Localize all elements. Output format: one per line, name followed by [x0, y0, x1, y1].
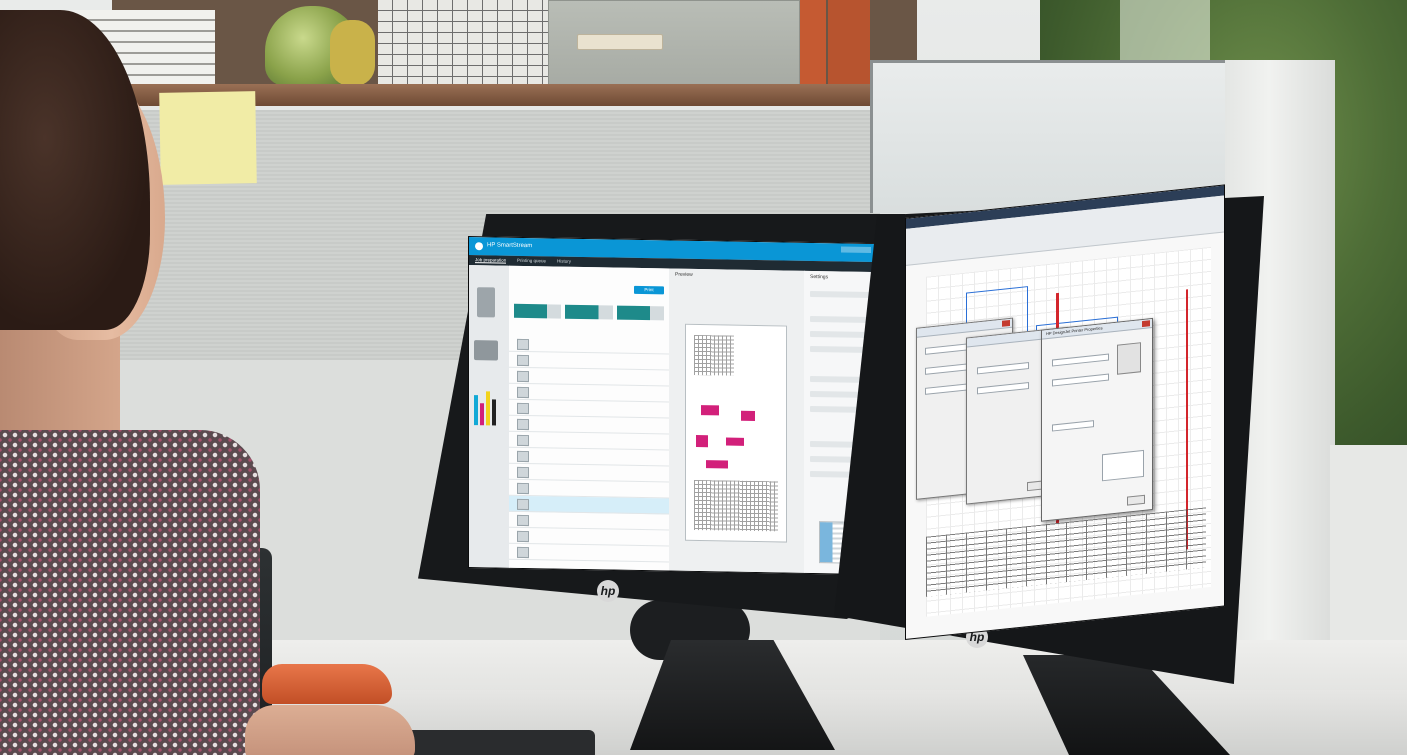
app-title: HP SmartStream [487, 242, 533, 250]
storage-box-label [577, 34, 663, 50]
plan-highlight [741, 410, 755, 422]
dialog-field[interactable] [925, 383, 967, 395]
file-thumbnail [517, 450, 529, 463]
setting-field[interactable] [810, 330, 873, 339]
plan-highlight [706, 460, 728, 469]
preview-title: Preview [675, 271, 693, 278]
printer-icon[interactable] [474, 340, 498, 361]
job-list-panel: Print [509, 265, 670, 571]
paper-gauges [514, 303, 664, 321]
hp-logo: hp [597, 580, 619, 602]
file-thumbnail [517, 434, 529, 447]
keyboard [395, 730, 595, 755]
ink-magenta [480, 403, 484, 426]
ok-button[interactable] [1127, 494, 1145, 506]
setting-field[interactable] [810, 290, 873, 299]
orange-binder [828, 0, 870, 84]
dialog-field[interactable] [977, 381, 1029, 395]
dialog-field[interactable] [977, 361, 1029, 375]
tab-printing-queue[interactable]: Printing queue [517, 258, 546, 264]
dialog-field[interactable] [1052, 420, 1094, 432]
print-button[interactable]: Print [634, 285, 664, 295]
tab-job-preparation[interactable]: Job preparation [475, 257, 507, 264]
file-thumbnail [517, 498, 529, 511]
close-icon[interactable] [1002, 319, 1010, 327]
file-thumbnail [517, 466, 529, 479]
file-thumbnail [517, 418, 529, 431]
ink-black [492, 399, 496, 426]
file-thumbnail [517, 482, 529, 495]
drawing-table [694, 334, 734, 376]
office-scene: hp HP SmartStream Job preparation Printi… [0, 0, 1407, 755]
file-thumbnail [517, 530, 529, 543]
orange-binder [800, 0, 826, 84]
setting-field[interactable] [810, 315, 873, 324]
right-monitor-screen: HP DesignJet Printer Properties [905, 184, 1225, 640]
file-thumbnail [517, 386, 529, 399]
printer-sidebar [469, 265, 510, 568]
floor-plan [694, 479, 778, 532]
printer-icon[interactable] [477, 287, 495, 318]
dialog-field[interactable] [1052, 353, 1109, 367]
tab-history[interactable]: History [557, 259, 571, 264]
settings-title: Settings [810, 273, 829, 281]
file-thumbnail [517, 338, 529, 351]
dialog-textarea[interactable] [1102, 449, 1144, 482]
file-thumbnail [517, 354, 529, 367]
sticky-note [159, 91, 257, 185]
close-icon[interactable] [1142, 320, 1150, 328]
patterned-shirt [0, 430, 260, 755]
plan-highlight [726, 437, 744, 446]
window-controls[interactable] [841, 246, 871, 254]
printer-properties-dialog[interactable]: HP DesignJet Printer Properties [1041, 317, 1153, 522]
ink-levels [474, 385, 504, 426]
app-logo-icon [475, 242, 483, 251]
plan-highlight [696, 434, 708, 448]
file-thumbnail [517, 514, 529, 527]
printer-image [1117, 342, 1141, 375]
yellow-vase [330, 20, 375, 86]
job-row[interactable] [509, 543, 669, 563]
ink-yellow [486, 391, 490, 426]
file-thumbnail [517, 546, 529, 559]
left-monitor-screen: HP SmartStream Job preparation Printing … [468, 236, 880, 576]
preview-panel: Preview [669, 268, 805, 573]
plan-highlight [701, 405, 719, 416]
file-thumbnail [517, 370, 529, 383]
file-thumbnail [517, 402, 529, 415]
wall-calendar [378, 0, 548, 88]
orange-stapler [262, 664, 392, 704]
dialog-field[interactable] [1052, 373, 1109, 387]
woman-hand [245, 705, 415, 755]
preview-page [685, 323, 787, 543]
ink-cyan [474, 395, 478, 426]
